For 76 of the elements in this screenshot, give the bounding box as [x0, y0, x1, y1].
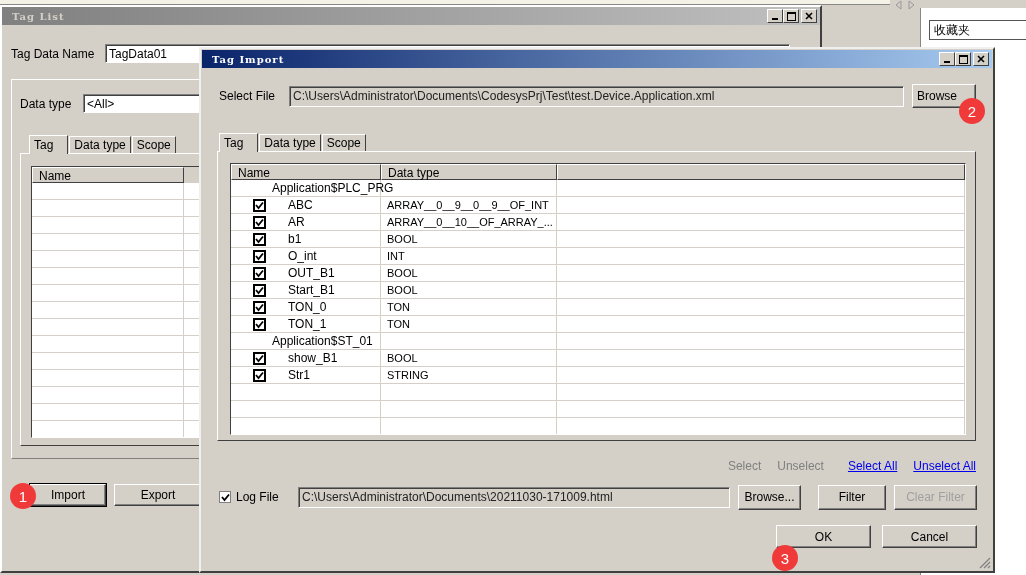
close-button[interactable] — [801, 9, 817, 23]
column-header[interactable]: Name — [32, 167, 184, 183]
checkbox[interactable] — [253, 249, 266, 263]
tag-name: AR — [287, 214, 305, 230]
field-label: Data type — [20, 96, 73, 111]
step-badge: 3 — [772, 545, 798, 571]
tag-name: TON_0 — [287, 299, 327, 315]
checkbox[interactable] — [253, 215, 266, 229]
data-type-cell: TON — [381, 316, 557, 332]
maximize-button[interactable] — [955, 52, 971, 66]
dialog-button[interactable]: Cancel — [882, 525, 977, 548]
window-title: Tag List — [12, 10, 65, 22]
step-badge: 2 — [959, 98, 985, 124]
dialog-button[interactable]: Export — [114, 484, 202, 506]
link[interactable]: Unselect All — [913, 459, 976, 475]
tag-name: TON_1 — [287, 316, 327, 332]
tab[interactable]: Tag — [219, 133, 259, 152]
data-type-cell: ARRAY__0__10__OF_ARRAY_... — [381, 214, 557, 230]
tag-name: OUT_B1 — [287, 265, 335, 281]
data-type-cell: TON — [381, 299, 557, 315]
tag-name: show_B1 — [287, 350, 338, 366]
data-type-cell: INT — [381, 248, 557, 264]
maximize-button[interactable] — [783, 9, 799, 23]
data-type-cell: STRING — [381, 367, 557, 383]
browse-button[interactable]: Browse — [912, 84, 976, 108]
tab[interactable]: Tag — [29, 135, 69, 154]
scroll-arrows-icon — [894, 0, 916, 10]
group-name: Application$PLC_PRG — [271, 180, 394, 196]
checkbox[interactable] — [253, 198, 266, 212]
step-badge: 1 — [10, 483, 36, 509]
window-title: Tag Import — [212, 53, 285, 65]
tag-name: Start_B1 — [287, 282, 335, 298]
file-path-field[interactable]: C:\Users\Administrator\Documents\CodesysPrj\Test\test.Device.Application.xml — [289, 85, 904, 107]
maximize-icon — [958, 54, 968, 64]
checkbox[interactable] — [253, 232, 266, 246]
close-button[interactable] — [973, 52, 989, 66]
dialog-button[interactable]: OK — [776, 525, 871, 548]
favorites-field[interactable]: 收藏夹 — [929, 20, 1026, 40]
resize-grip-icon — [979, 557, 991, 569]
dialog-button[interactable]: Filter — [818, 484, 886, 510]
checkbox[interactable] — [253, 283, 266, 297]
data-type-cell: BOOL — [381, 231, 557, 247]
data-type-cell: BOOL — [381, 282, 557, 298]
group-name: Application$ST_01 — [271, 333, 373, 349]
minimize-button[interactable] — [767, 9, 783, 23]
dialog-button[interactable]: Browse... — [738, 484, 801, 510]
checkbox[interactable] — [253, 317, 266, 331]
tag-name: O_int — [287, 248, 317, 264]
log-path-field[interactable]: C:\Users\Administrator\Documents\20211030-171009.html — [298, 486, 730, 508]
checkbox[interactable] — [253, 368, 266, 382]
checkbox-label: Log File — [235, 490, 280, 504]
minimize-button[interactable] — [939, 52, 955, 66]
close-icon — [805, 12, 813, 20]
column-header[interactable]: Data type — [381, 164, 557, 180]
link[interactable]: Select All — [847, 459, 898, 475]
dialog-button[interactable]: Import — [30, 484, 106, 506]
checkbox[interactable] — [253, 351, 266, 365]
tag-name: b1 — [287, 231, 302, 247]
data-type-cell: BOOL — [381, 350, 557, 366]
data-type-cell: BOOL — [381, 265, 557, 281]
checkbox[interactable] — [253, 266, 266, 280]
close-icon — [977, 55, 985, 63]
tag-name: ABC — [287, 197, 313, 213]
column-header[interactable] — [557, 164, 965, 180]
tag-name: Str1 — [287, 367, 310, 383]
column-header[interactable]: Name — [231, 164, 381, 180]
data-type-cell: ARRAY__0__9__0__9__OF_INT — [381, 197, 557, 213]
tab[interactable]: Data type — [259, 134, 321, 151]
tab[interactable]: Scope — [131, 136, 176, 153]
tab[interactable]: Data type — [69, 136, 131, 153]
checkbox[interactable] — [219, 491, 231, 503]
tab[interactable]: Scope — [321, 134, 366, 151]
field-label: Tag Data Name — [11, 46, 96, 61]
maximize-icon — [786, 11, 796, 21]
checkbox[interactable] — [253, 300, 266, 314]
field-label: Select File — [218, 89, 277, 103]
